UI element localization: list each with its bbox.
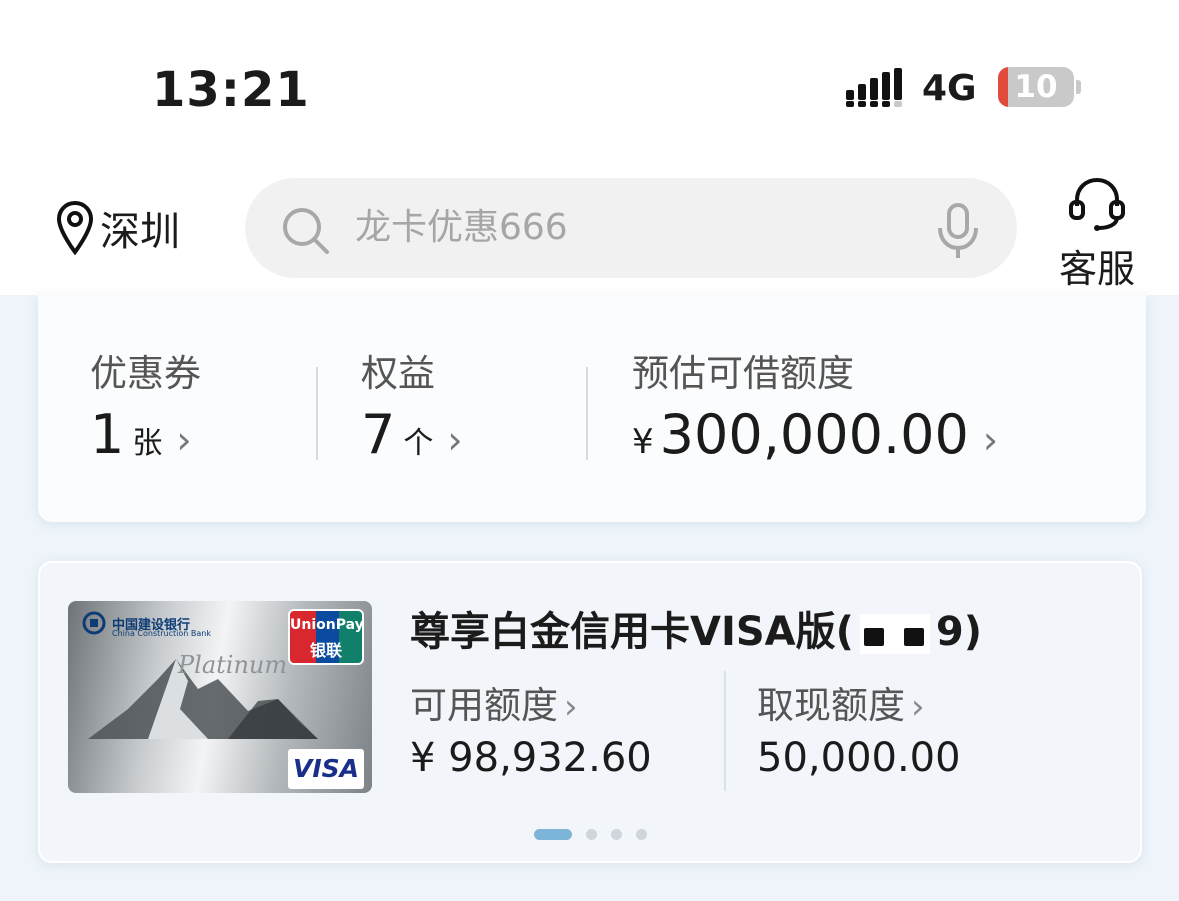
battery-icon: 10: [998, 67, 1074, 107]
available-credit-label: 可用额度: [410, 684, 558, 727]
cash-advance-link[interactable]: 取现额度 ›: [757, 675, 925, 729]
unionpay-text-cn: 银联: [309, 641, 342, 660]
battery-level: 10: [1014, 69, 1058, 105]
search-placeholder: 龙卡优惠666: [355, 207, 568, 248]
available-credit-link[interactable]: 可用额度 ›: [410, 675, 578, 729]
coupons-value-row: 1 张 ›: [90, 403, 192, 466]
customer-service-button[interactable]: 客服: [1055, 176, 1139, 293]
customer-service-label: 客服: [1058, 247, 1135, 291]
app-header: 13:21 4G 10 深圳 龙卡优惠666 客服: [0, 0, 1179, 295]
chevron-right-icon: ›: [564, 687, 578, 727]
benefits-value-row: 7 个 ›: [361, 403, 463, 466]
coupons-label: 优惠券: [90, 352, 201, 395]
credit-amount: 300,000.00: [659, 403, 969, 466]
cash-advance-value: 50,000.00: [757, 735, 961, 781]
card-title-text: 尊享白金信用卡VISA版(: [410, 609, 854, 655]
unionpay-text-en: UnionPay: [290, 617, 364, 633]
benefits-label: 权益: [361, 352, 435, 395]
pagination-dot[interactable]: [586, 829, 597, 840]
location-city: 深圳: [100, 209, 180, 255]
divider: [724, 671, 726, 791]
ccb-logo-icon: [82, 611, 106, 635]
available-credit-value: ¥ 98,932.60: [410, 735, 652, 781]
status-time: 13:21: [152, 62, 310, 118]
credit-card-panel[interactable]: 中国建设银行 China Construction Bank Platinum …: [38, 561, 1142, 863]
credit-value-row: ¥ 300,000.00 ›: [632, 403, 998, 466]
microphone-icon[interactable]: [935, 202, 981, 260]
chevron-right-icon: ›: [911, 687, 925, 727]
battery-tip: [1076, 80, 1081, 94]
card-last-digit: 9): [935, 609, 983, 655]
benefits-unit: 个: [403, 426, 434, 461]
masked-card-digits: [859, 614, 930, 654]
location-pin-icon: [56, 200, 94, 256]
chevron-right-icon: ›: [176, 418, 192, 462]
unionpay-logo: UnionPay 银联: [288, 609, 364, 665]
search-icon: [283, 208, 329, 254]
coupons-unit: 张: [132, 426, 163, 461]
pagination-dot-active[interactable]: [534, 829, 572, 840]
credit-card-image[interactable]: 中国建设银行 China Construction Bank Platinum …: [68, 601, 372, 793]
pagination-dot[interactable]: [611, 829, 622, 840]
benefits-count: 7: [361, 403, 396, 466]
location-selector[interactable]: 深圳: [56, 198, 180, 258]
carousel-pagination[interactable]: [534, 829, 661, 840]
network-type: 4G: [922, 68, 977, 109]
chevron-right-icon: ›: [447, 418, 463, 462]
chevron-right-icon: ›: [982, 418, 999, 462]
bank-name-en: China Construction Bank: [112, 629, 211, 638]
divider: [586, 367, 588, 460]
pagination-dot[interactable]: [636, 829, 647, 840]
cash-advance-label: 取现额度: [757, 684, 905, 727]
card-tier: Platinum: [178, 651, 288, 679]
summary-card: 优惠券 1 张 › 权益 7 个 › 预估可借额度 ¥ 300,000.00 ›: [38, 295, 1146, 522]
credit-label: 预估可借额度: [632, 352, 854, 395]
headset-icon: [1069, 177, 1125, 231]
signal-strength-icon: [846, 68, 902, 107]
coupons-count: 1: [90, 403, 125, 466]
visa-logo: VISA: [288, 749, 364, 789]
search-bar[interactable]: 龙卡优惠666: [245, 178, 1017, 278]
card-title[interactable]: 尊享白金信用卡VISA版( 9): [410, 599, 982, 657]
currency-symbol: ¥: [632, 422, 654, 462]
divider: [316, 367, 318, 460]
